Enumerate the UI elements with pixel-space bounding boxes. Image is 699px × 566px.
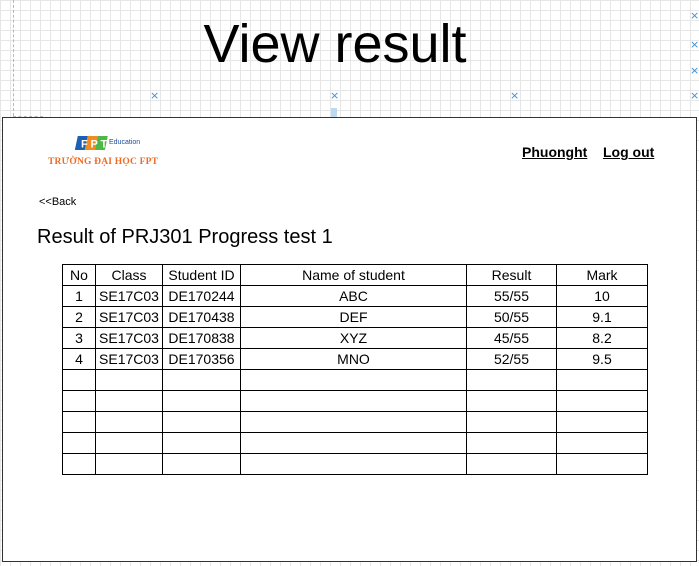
empty-cell — [240, 411, 467, 433]
canvas-title: View result — [203, 14, 467, 74]
empty-cell — [556, 411, 648, 433]
logo-school-name: TRƯỜNG ĐẠI HỌC FPT — [48, 157, 159, 167]
cell-mark: 9.5 — [556, 348, 648, 370]
cell-name: DEF — [240, 306, 467, 328]
table-row-empty — [62, 390, 648, 412]
table-row: 2 SE17C03 DE170438 DEF 50/55 9.1 — [62, 306, 648, 328]
selection-handle-icon[interactable]: × — [150, 90, 159, 101]
logo-letter-f: F — [81, 139, 88, 151]
selection-handle-icon[interactable]: × — [510, 90, 519, 101]
empty-cell — [95, 432, 163, 454]
cell-class: SE17C03 — [95, 327, 163, 349]
cell-mark: 9.1 — [556, 306, 648, 328]
back-link[interactable]: <<Back — [39, 196, 76, 208]
cell-student-id: DE170356 — [162, 348, 241, 370]
empty-cell — [240, 369, 467, 391]
table-row-empty — [62, 432, 648, 454]
logo-letter-p: P — [91, 139, 98, 151]
empty-cell — [62, 390, 96, 412]
column-header-mark: Mark — [556, 264, 648, 286]
username-link[interactable]: Phuonght — [522, 144, 587, 160]
empty-cell — [240, 432, 467, 454]
table-row-empty — [62, 453, 648, 475]
empty-cell — [466, 432, 557, 454]
logo-letter-t: T — [101, 139, 108, 151]
empty-cell — [556, 390, 648, 412]
cell-mark: 8.2 — [556, 327, 648, 349]
table-row: 4 SE17C03 DE170356 MNO 52/55 9.5 — [62, 348, 648, 370]
empty-cell — [62, 432, 96, 454]
column-header-name: Name of student — [240, 264, 467, 286]
empty-cell — [556, 432, 648, 454]
empty-cell — [466, 453, 557, 475]
empty-cell — [162, 453, 241, 475]
cell-result: 50/55 — [466, 306, 557, 328]
table-row-empty — [62, 411, 648, 433]
empty-cell — [466, 369, 557, 391]
selection-handle-icon[interactable]: × — [690, 90, 699, 101]
empty-cell — [162, 432, 241, 454]
cell-no: 3 — [62, 327, 96, 349]
table-row-empty — [62, 369, 648, 391]
empty-cell — [466, 411, 557, 433]
empty-cell — [95, 369, 163, 391]
table-row: 1 SE17C03 DE170244 ABC 55/55 10 — [62, 285, 648, 307]
cell-mark: 10 — [556, 285, 648, 307]
cell-result: 52/55 — [466, 348, 557, 370]
fpt-logo-mark-icon: F P T — [75, 136, 108, 151]
empty-cell — [95, 453, 163, 475]
selection-handle-icon[interactable]: × — [330, 90, 339, 101]
cell-name: ABC — [240, 285, 467, 307]
table-row: 3 SE17C03 DE170838 XYZ 45/55 8.2 — [62, 327, 648, 349]
page-frame: F P T Education TRƯỜNG ĐẠI HỌC FPT Phuon… — [2, 117, 697, 562]
selection-handle-icon[interactable]: × — [690, 39, 699, 50]
cell-name: XYZ — [240, 327, 467, 349]
logout-link[interactable]: Log out — [603, 144, 654, 160]
cell-no: 4 — [62, 348, 96, 370]
column-header-no: No — [62, 264, 96, 286]
cell-name: MNO — [240, 348, 467, 370]
cell-student-id: DE170838 — [162, 327, 241, 349]
selection-handle-icon[interactable]: × — [690, 10, 699, 21]
cell-no: 2 — [62, 306, 96, 328]
empty-cell — [240, 453, 467, 475]
cell-student-id: DE170438 — [162, 306, 241, 328]
page-title: Result of PRJ301 Progress test 1 — [37, 226, 333, 248]
logo-tagline: Education — [109, 139, 141, 146]
empty-cell — [466, 390, 557, 412]
empty-cell — [95, 411, 163, 433]
selection-handle-icon[interactable]: × — [690, 65, 699, 76]
fpt-logo: F P T Education TRƯỜNG ĐẠI HỌC FPT — [47, 135, 167, 169]
cell-student-id: DE170244 — [162, 285, 241, 307]
results-table: No Class Student ID Name of student Resu… — [62, 264, 648, 475]
cell-result: 45/55 — [466, 327, 557, 349]
column-header-result: Result — [466, 264, 557, 286]
empty-cell — [62, 369, 96, 391]
column-header-class: Class — [95, 264, 163, 286]
empty-cell — [162, 390, 241, 412]
empty-cell — [556, 369, 648, 391]
cell-result: 55/55 — [466, 285, 557, 307]
cell-no: 1 — [62, 285, 96, 307]
cell-class: SE17C03 — [95, 306, 163, 328]
empty-cell — [62, 453, 96, 475]
empty-cell — [556, 453, 648, 475]
empty-cell — [62, 411, 96, 433]
empty-cell — [162, 411, 241, 433]
empty-cell — [95, 390, 163, 412]
empty-cell — [162, 369, 241, 391]
empty-cell — [240, 390, 467, 412]
cell-class: SE17C03 — [95, 285, 163, 307]
table-header-row: No Class Student ID Name of student Resu… — [62, 264, 648, 286]
cell-class: SE17C03 — [95, 348, 163, 370]
column-header-student-id: Student ID — [162, 264, 241, 286]
